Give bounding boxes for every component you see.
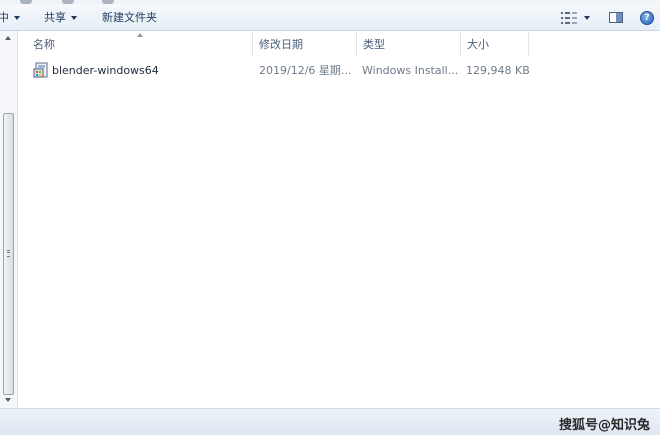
column-header-name[interactable]: 名称: [27, 32, 253, 56]
watermark-text: 搜狐号@知识兔: [558, 418, 650, 433]
file-modified: 2019/12/6 星期...: [259, 64, 352, 77]
column-header-modified[interactable]: 修改日期: [253, 32, 357, 56]
file-size: 129,948 KB: [466, 63, 530, 77]
file-size-cell: 129,948 KB: [466, 60, 538, 80]
navigation-pane: [0, 31, 18, 408]
column-header-row: 名称 修改日期 类型 大小: [19, 32, 660, 56]
command-bar: 中 共享 新建文件夹 ?: [0, 4, 660, 31]
help-icon[interactable]: ?: [640, 11, 654, 25]
explorer-window: 中 共享 新建文件夹 ? 名称 修改日期 类型 大小 blender-windo…: [0, 0, 660, 435]
column-header-type[interactable]: 类型: [357, 32, 461, 56]
share-button[interactable]: 共享: [44, 4, 77, 30]
new-folder-label: 新建文件夹: [102, 11, 157, 24]
status-bar: 搜狐号@知识兔: [0, 408, 660, 435]
column-header-size[interactable]: 大小: [461, 32, 529, 56]
share-label: 共享: [44, 11, 66, 24]
view-options-chevron-icon[interactable]: [584, 16, 590, 20]
file-type: Windows Install...: [362, 63, 458, 77]
column-header-size-label: 大小: [467, 38, 489, 51]
file-type-cell: Windows Install...: [362, 60, 458, 80]
windows-installer-icon: [33, 62, 48, 78]
file-list-row[interactable]: blender-windows64 2019/12/6 星期... Window…: [19, 60, 539, 80]
chevron-down-icon: [14, 15, 20, 20]
include-in-library-label: 中: [0, 11, 9, 24]
file-modified-cell: 2019/12/6 星期...: [259, 60, 355, 80]
preview-pane-fill: [616, 13, 622, 22]
column-header-name-label: 名称: [33, 38, 55, 51]
navigation-scrollbar-thumb[interactable]: [3, 113, 14, 395]
details-view-icon[interactable]: [561, 12, 577, 24]
column-header-type-label: 类型: [363, 38, 385, 51]
chevron-down-icon: [71, 15, 77, 20]
scrollbar-grip-icon: [7, 250, 10, 257]
new-folder-button[interactable]: 新建文件夹: [102, 4, 157, 30]
scroll-up-arrow-icon[interactable]: [5, 36, 11, 40]
include-in-library-button[interactable]: 中: [0, 4, 20, 30]
file-name: blender-windows64: [52, 63, 159, 77]
scroll-down-arrow-icon[interactable]: [5, 398, 11, 402]
file-name-cell: blender-windows64: [52, 60, 252, 80]
preview-pane-icon[interactable]: [609, 12, 623, 23]
column-header-modified-label: 修改日期: [259, 38, 303, 51]
